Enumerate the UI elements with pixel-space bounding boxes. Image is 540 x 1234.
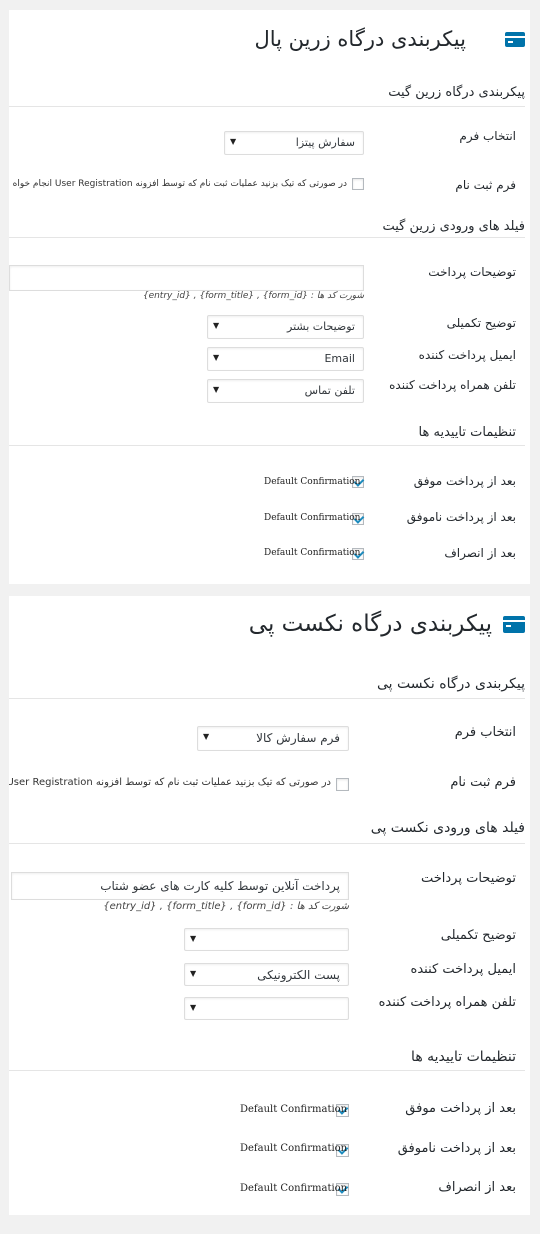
payer-email-value: پست الکترونیکی: [257, 968, 340, 982]
payer-phone-select[interactable]: ▼: [184, 997, 349, 1020]
zarinpal-section-confirm: تنظیمات تاییدیه ها: [418, 425, 516, 440]
chevron-down-icon: ▼: [190, 969, 197, 978]
confirm-failed-value: Default Confirmation: [240, 1143, 348, 1154]
payer-email-value: Email: [324, 352, 355, 365]
confirm-success-label: بعد از پرداخت موفق: [413, 474, 516, 488]
confirm-cancel-label: بعد از انصراف: [438, 1180, 516, 1195]
form-select-label: انتخاب فرم: [454, 725, 516, 740]
confirm-failed-label: بعد از پرداخت ناموفق: [406, 510, 516, 524]
extra-desc-label: توضیح تکمیلی: [446, 316, 516, 330]
divider: [9, 237, 525, 238]
form-select-value: فرم سفارش کالا: [256, 731, 340, 745]
shortcodes-hint: شورت کد ها : {form_id} , {form_title} , …: [103, 901, 349, 912]
confirm-failed-value: Default Confirmation: [264, 513, 361, 523]
chevron-down-icon: ▼: [213, 321, 220, 330]
confirm-cancel-label: بعد از انصراف: [444, 546, 516, 560]
payer-phone-select[interactable]: تلفن تماس ▼: [207, 379, 364, 403]
confirm-success-value: Default Confirmation: [264, 477, 361, 487]
nextpay-title: پیکربندی درگاه نکست پی: [248, 611, 492, 637]
divider: [9, 843, 525, 844]
zarinpal-section-gateway: پیکربندی درگاه زرین گیت: [388, 85, 525, 100]
payment-desc-input[interactable]: پرداخت آنلاین توسط کلیه کارت های عضو شتا…: [11, 872, 349, 900]
payment-desc-label: توضیحات پرداخت: [420, 871, 516, 886]
register-form-desc: در صورتی که تیک بزنید عملیات ثبت نام که …: [12, 179, 347, 189]
extra-desc-value: توضیحات بشتر: [287, 320, 355, 333]
extra-desc-label: توضیح تکمیلی: [440, 928, 516, 943]
payer-email-select[interactable]: پست الکترونیکی ▼: [184, 963, 349, 986]
payer-email-label: ایمیل پرداخت کننده: [418, 348, 516, 362]
extra-desc-select[interactable]: توضیحات بشتر ▼: [207, 315, 364, 339]
confirm-success-label: بعد از پرداخت موفق: [405, 1101, 516, 1116]
register-form-checkbox[interactable]: [336, 778, 349, 791]
chevron-down-icon: ▼: [203, 732, 210, 741]
register-form-label: فرم ثبت نام: [455, 178, 516, 192]
confirm-cancel-value: Default Confirmation: [240, 1183, 348, 1194]
chevron-down-icon: ▼: [190, 934, 197, 943]
chevron-down-icon: ▼: [213, 385, 220, 394]
credit-card-icon: [505, 32, 525, 47]
form-select-label: انتخاب فرم: [459, 129, 516, 143]
payment-desc-value: پرداخت آنلاین توسط کلیه کارت های عضو شتا…: [100, 879, 340, 893]
chevron-down-icon: ▼: [190, 1003, 197, 1012]
register-form-label: فرم ثبت نام: [450, 775, 516, 790]
payer-email-label: ایمیل پرداخت کننده: [410, 962, 516, 977]
confirm-failed-label: بعد از پرداخت ناموفق: [397, 1141, 516, 1156]
chevron-down-icon: ▼: [230, 137, 237, 146]
payer-phone-label: تلفن همراه پرداخت کننده: [389, 378, 516, 392]
confirm-success-value: Default Confirmation: [240, 1104, 348, 1115]
nextpay-settings-card: پیکربندی درگاه نکست پی پیکربندی درگاه نک…: [9, 596, 530, 1215]
divider: [9, 106, 525, 107]
zarinpal-settings-card: پیکربندی درگاه زرین پال پیکربندی درگاه ز…: [9, 10, 530, 584]
extra-desc-select[interactable]: ▼: [184, 928, 349, 951]
form-select-value: سفارش پیتزا: [295, 136, 355, 149]
zarinpal-title: پیکربندی درگاه زرین پال: [254, 27, 466, 51]
payment-desc-label: توضیحات پرداخت: [428, 265, 516, 279]
credit-card-icon: [503, 616, 525, 633]
shortcodes-hint: شورت کد ها : {form_id} , {form_title} , …: [142, 291, 364, 301]
confirm-cancel-value: Default Confirmation: [264, 548, 361, 558]
divider: [9, 698, 525, 699]
payer-phone-label: تلفن همراه پرداخت کننده: [378, 995, 516, 1010]
nextpay-section-confirm: تنظیمات تاییدیه ها: [411, 1049, 516, 1065]
divider: [9, 445, 525, 446]
chevron-down-icon: ▼: [213, 353, 220, 362]
register-form-checkbox[interactable]: [352, 178, 364, 190]
register-form-desc: در صورتی که تیک بزنید عملیات ثبت نام که …: [9, 777, 331, 788]
payer-email-select[interactable]: Email ▼: [207, 347, 364, 371]
nextpay-section-gateway: پیکربندی درگاه نکست پی: [376, 676, 525, 692]
payer-phone-value: تلفن تماس: [304, 384, 355, 397]
form-select[interactable]: فرم سفارش کالا ▼: [197, 726, 349, 751]
form-select[interactable]: سفارش پیتزا ▼: [224, 131, 364, 155]
zarinpal-section-fields: فیلد های ورودی زرین گیت: [382, 219, 525, 234]
payment-desc-input[interactable]: [9, 265, 364, 291]
divider: [9, 1070, 525, 1071]
nextpay-section-fields: فیلد های ورودی نکست پی: [370, 820, 525, 836]
